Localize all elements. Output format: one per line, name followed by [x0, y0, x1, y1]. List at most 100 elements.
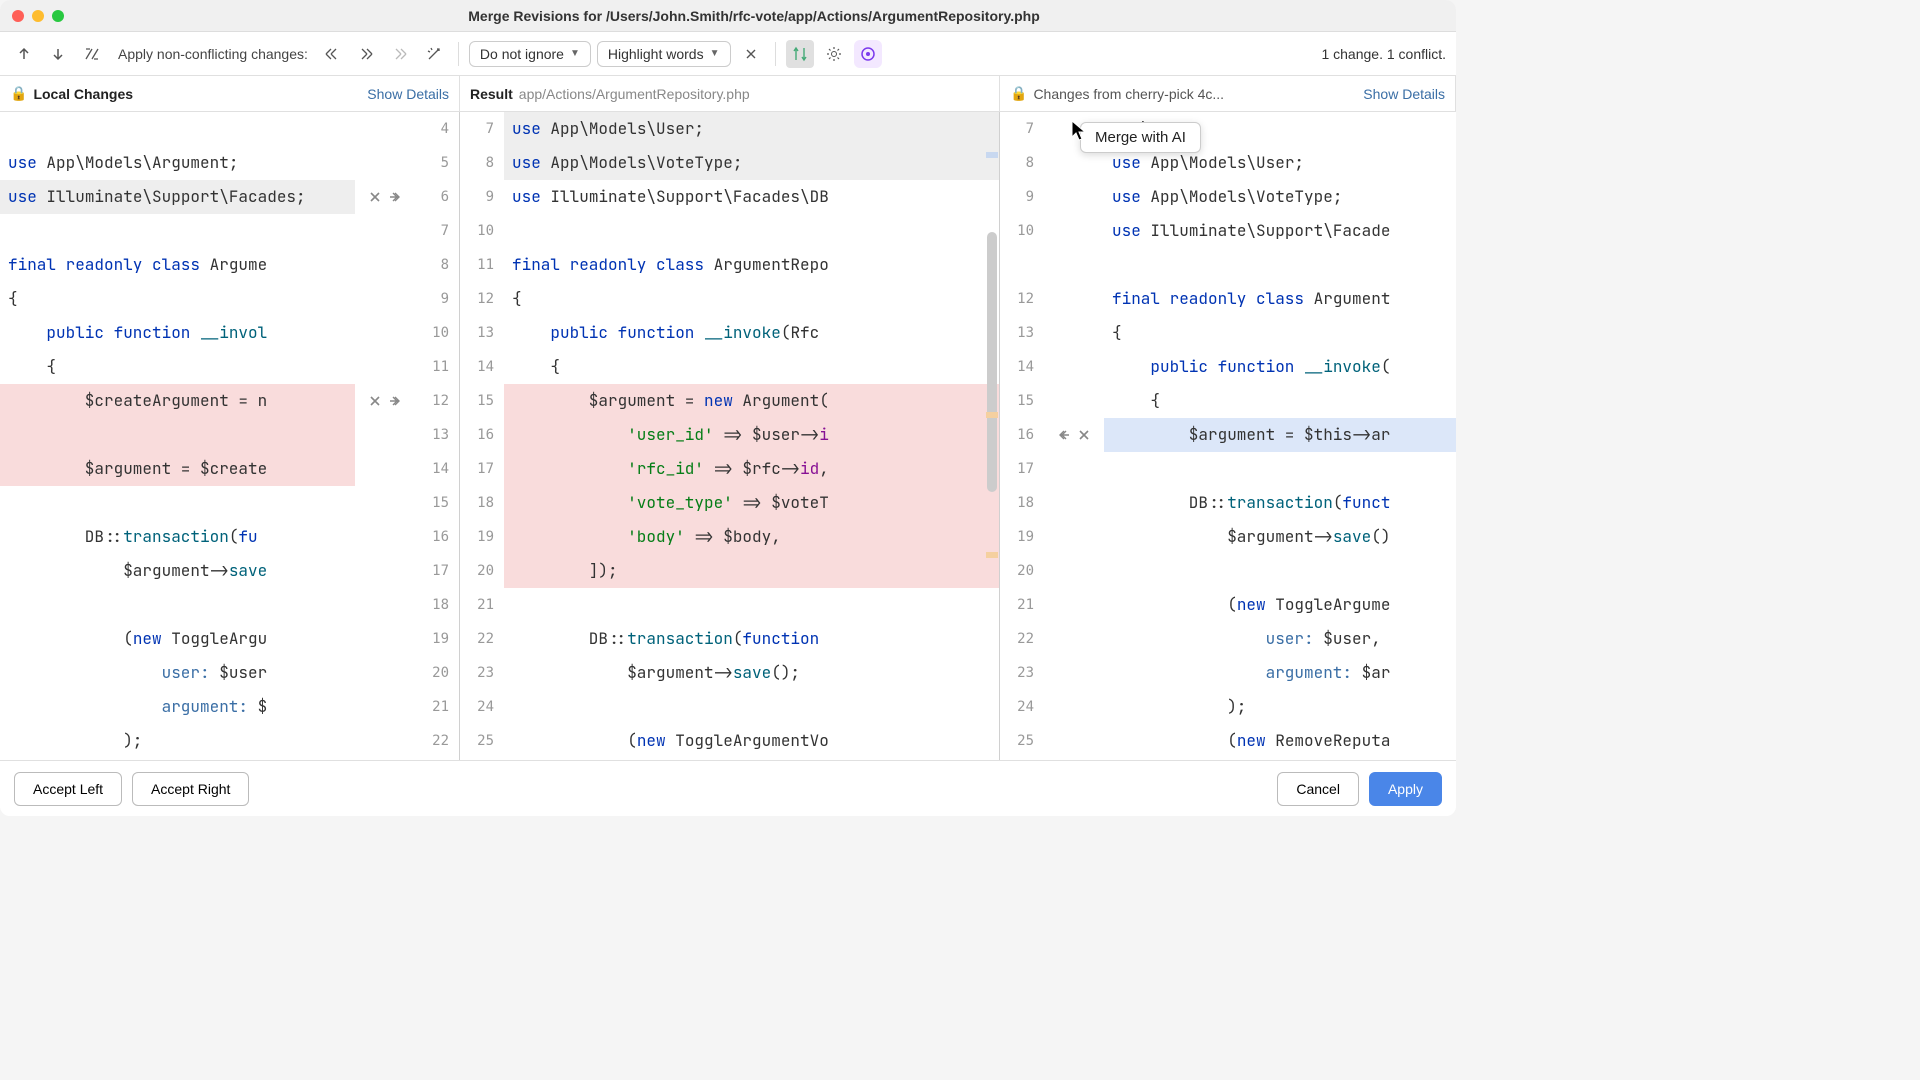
- code-line[interactable]: [1104, 248, 1456, 282]
- collapse-unchanged-button[interactable]: [737, 40, 765, 68]
- accept-left-button[interactable]: Accept Left: [14, 772, 122, 806]
- undo-merge-button[interactable]: [386, 40, 414, 68]
- code-line[interactable]: argument: $ar: [1104, 656, 1456, 690]
- code-line[interactable]: [0, 418, 355, 452]
- code-line[interactable]: $argument = $this->ar: [1104, 418, 1456, 452]
- code-line[interactable]: use App\Models\VoteType;: [1104, 180, 1456, 214]
- code-line[interactable]: [504, 690, 999, 724]
- code-line[interactable]: 'vote_type' => $voteT: [504, 486, 999, 520]
- reject-change-button[interactable]: [366, 392, 384, 410]
- code-line[interactable]: [0, 214, 355, 248]
- code-line[interactable]: );: [1104, 690, 1456, 724]
- code-line[interactable]: use Illuminate\Support\Facades\DB: [504, 180, 999, 214]
- left-show-details-link[interactable]: Show Details: [367, 86, 449, 102]
- code-line[interactable]: $createArgument = n: [0, 384, 355, 418]
- center-diff-pane: 7891011121314151617181920212223242526 us…: [460, 112, 1000, 760]
- code-line[interactable]: (new RemoveReputa: [1104, 724, 1456, 758]
- ignore-whitespace-select[interactable]: Do not ignore ▼: [469, 41, 591, 67]
- code-line[interactable]: (new ToggleArgu: [0, 622, 355, 656]
- diff-marker[interactable]: [986, 412, 998, 418]
- merge-ai-tooltip: Merge with AI: [1080, 122, 1201, 153]
- code-line[interactable]: user: $user: [0, 656, 355, 690]
- code-line[interactable]: final readonly class Argume: [0, 248, 355, 282]
- code-line[interactable]: {: [0, 282, 355, 316]
- right-gutter: 789101213141516171819202122232425: [1000, 112, 1044, 760]
- code-line[interactable]: use Illuminate\Support\Facade: [1104, 214, 1456, 248]
- code-line[interactable]: public function __invol: [0, 316, 355, 350]
- code-line[interactable]: final readonly class Argument: [1104, 282, 1456, 316]
- right-diff-pane: Merge with AI 78910121314151617181920212…: [1000, 112, 1456, 760]
- code-line[interactable]: argument: $: [0, 690, 355, 724]
- code-line[interactable]: );: [0, 724, 355, 758]
- code-line[interactable]: [0, 112, 355, 146]
- scrollbar-thumb[interactable]: [987, 232, 997, 492]
- accept-change-right-button[interactable]: [386, 392, 404, 410]
- code-line[interactable]: 'user_id' => $user->i: [504, 418, 999, 452]
- window-close-button[interactable]: [12, 10, 24, 22]
- code-line[interactable]: public function __invoke(Rfc: [504, 316, 999, 350]
- next-change-button[interactable]: [44, 40, 72, 68]
- right-show-details-link[interactable]: Show Details: [1363, 86, 1445, 102]
- code-line[interactable]: (new ToggleArgumentVo: [504, 724, 999, 758]
- accept-change-left-button[interactable]: [1055, 426, 1073, 444]
- code-line[interactable]: $argument = $create: [0, 452, 355, 486]
- code-line[interactable]: [0, 588, 355, 622]
- code-line[interactable]: ]);: [504, 554, 999, 588]
- settings-button[interactable]: [820, 40, 848, 68]
- diff-marker[interactable]: [986, 152, 998, 158]
- left-code-editor[interactable]: use App\Models\Argument;use Illuminate\S…: [0, 112, 355, 760]
- apply-button[interactable]: Apply: [1369, 772, 1442, 806]
- code-line[interactable]: {: [1104, 384, 1456, 418]
- code-line[interactable]: [1104, 452, 1456, 486]
- accept-right-button[interactable]: Accept Right: [132, 772, 249, 806]
- code-line[interactable]: use App\Models\Argument;: [0, 146, 355, 180]
- accept-change-right-button[interactable]: [386, 188, 404, 206]
- window-maximize-button[interactable]: [52, 10, 64, 22]
- code-line[interactable]: [0, 486, 355, 520]
- code-line[interactable]: final readonly class ArgumentRepo: [504, 248, 999, 282]
- window-minimize-button[interactable]: [32, 10, 44, 22]
- code-line[interactable]: $argument = new Argument(: [504, 384, 999, 418]
- code-line[interactable]: {: [504, 282, 999, 316]
- code-line[interactable]: $argument->save(): [1104, 520, 1456, 554]
- code-line[interactable]: (new ToggleArgume: [1104, 588, 1456, 622]
- code-line[interactable]: use Illuminate\Support\Facades;: [0, 180, 355, 214]
- code-line[interactable]: {: [504, 350, 999, 384]
- reject-change-button[interactable]: [1075, 426, 1093, 444]
- code-line[interactable]: [504, 588, 999, 622]
- lock-icon: 🔒: [1010, 85, 1027, 102]
- sync-scroll-button[interactable]: [786, 40, 814, 68]
- code-line[interactable]: {: [0, 350, 355, 384]
- code-line[interactable]: DB::transaction(fu: [0, 520, 355, 554]
- code-line[interactable]: 'rfc_id' => $rfc->id,: [504, 452, 999, 486]
- magic-resolve-button[interactable]: [420, 40, 448, 68]
- apply-all-right-button[interactable]: [352, 40, 380, 68]
- center-gutter: 7891011121314151617181920212223242526: [460, 112, 504, 760]
- compare-branch-button[interactable]: [78, 40, 106, 68]
- code-line[interactable]: 'body' => $body,: [504, 520, 999, 554]
- prev-change-button[interactable]: [10, 40, 38, 68]
- code-line[interactable]: [1104, 554, 1456, 588]
- merge-with-ai-button[interactable]: [854, 40, 882, 68]
- code-line[interactable]: $argument->save: [0, 554, 355, 588]
- apply-all-left-button[interactable]: [318, 40, 346, 68]
- reject-change-button[interactable]: [366, 188, 384, 206]
- right-panel-title: Changes from cherry-pick 4c...: [1033, 86, 1224, 102]
- code-line[interactable]: DB::transaction(function: [504, 622, 999, 656]
- right-code-editor[interactable]: els\Rfc;use App\Models\User;use App\Mode…: [1104, 112, 1456, 760]
- code-line[interactable]: use App\Models\User;: [504, 112, 999, 146]
- code-line[interactable]: {: [1104, 316, 1456, 350]
- diff-marker[interactable]: [986, 552, 998, 558]
- lock-icon: 🔒: [10, 85, 27, 102]
- code-line[interactable]: use App\Models\VoteType;: [504, 146, 999, 180]
- code-line[interactable]: $argument->save();: [504, 656, 999, 690]
- highlight-mode-select[interactable]: Highlight words ▼: [597, 41, 731, 67]
- code-line[interactable]: [504, 214, 999, 248]
- code-line[interactable]: user: $user,: [1104, 622, 1456, 656]
- code-line[interactable]: DB::transaction(funct: [1104, 486, 1456, 520]
- left-diff-pane: use App\Models\Argument;use Illuminate\S…: [0, 112, 460, 760]
- cancel-button[interactable]: Cancel: [1277, 772, 1359, 806]
- code-line[interactable]: public function __invoke(: [1104, 350, 1456, 384]
- left-panel-header: 🔒 Local Changes Show Details: [0, 76, 460, 111]
- center-code-editor[interactable]: use App\Models\User;use App\Models\VoteT…: [504, 112, 999, 760]
